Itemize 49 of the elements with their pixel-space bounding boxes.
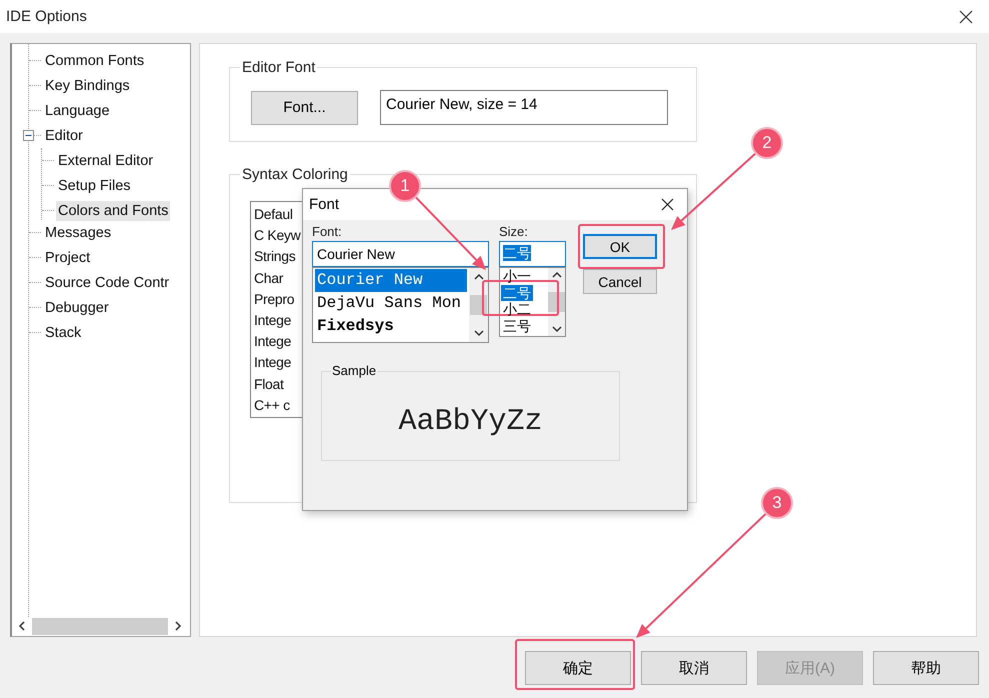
tree-item[interactable]: Language [43, 100, 112, 120]
tree-item[interactable]: Common Fonts [43, 50, 146, 70]
size-list-item[interactable]: 小二 [501, 301, 533, 318]
group-title: Syntax Coloring [240, 166, 350, 183]
font-list[interactable]: Courier New DejaVu Sans Mon Fixedsys [312, 267, 489, 343]
dialog-button[interactable]: Cancel [583, 269, 657, 294]
size-list-item[interactable]: 小一 [501, 268, 533, 284]
size-list-item[interactable]: 三号 [501, 318, 533, 334]
dialog-button[interactable]: 帮助 [873, 651, 979, 685]
field-label: Font: [312, 224, 343, 239]
sample-text: AaBbYyZz [398, 405, 543, 439]
tree-item[interactable]: Debugger [43, 298, 111, 318]
scroll-right-icon[interactable] [174, 621, 182, 631]
font-field[interactable]: Courier New, size = 14 [380, 90, 668, 125]
dialog-button[interactable]: 取消 [641, 651, 747, 685]
tree-item[interactable]: Source Code Contr [43, 272, 172, 292]
close-icon[interactable] [661, 198, 674, 211]
window-title: IDE Options [6, 8, 87, 25]
size-field[interactable]: 二号 [499, 241, 566, 267]
scroll-down-icon[interactable] [552, 325, 562, 333]
tree-item[interactable]: Colors and Fonts [56, 200, 170, 220]
tree-item[interactable]: Key Bindings [43, 76, 132, 96]
font-button[interactable]: Font... [251, 90, 358, 124]
scroll-down-icon[interactable] [474, 329, 484, 337]
font-list-item[interactable]: DejaVu Sans Mon [315, 292, 467, 315]
font-list-item[interactable]: Courier New [315, 269, 467, 292]
font-name-field[interactable]: Courier New [312, 241, 489, 267]
size-list-item[interactable]: 二号 [501, 284, 533, 301]
dialog-title: Font [309, 196, 340, 213]
scroll-up-icon[interactable] [552, 271, 562, 279]
tree-item[interactable]: Editor [43, 126, 85, 146]
tree-item[interactable]: External Editor [56, 150, 156, 170]
collapse-icon[interactable] [23, 130, 34, 141]
scroll-left-icon[interactable] [18, 621, 26, 631]
font-list-item[interactable]: Fixedsys [315, 315, 467, 338]
dialog-button[interactable]: OK [583, 234, 657, 259]
size-list[interactable]: 小一 二号 小二 三号 [499, 267, 566, 337]
scroll-thumb[interactable] [32, 618, 168, 634]
tree-item[interactable]: Messages [43, 222, 114, 242]
close-icon[interactable] [959, 10, 973, 24]
group-title: Sample [331, 363, 378, 378]
tree-item[interactable]: Setup Files [56, 176, 133, 196]
field-label: Size: [499, 224, 529, 239]
tree-item[interactable]: Stack [43, 322, 84, 342]
dialog-button[interactable]: 确定 [525, 651, 631, 685]
scroll-up-icon[interactable] [474, 273, 484, 281]
vertical-scrollbar[interactable] [469, 268, 488, 342]
vertical-scrollbar[interactable] [548, 268, 565, 336]
tree-item[interactable]: Project [43, 248, 92, 268]
